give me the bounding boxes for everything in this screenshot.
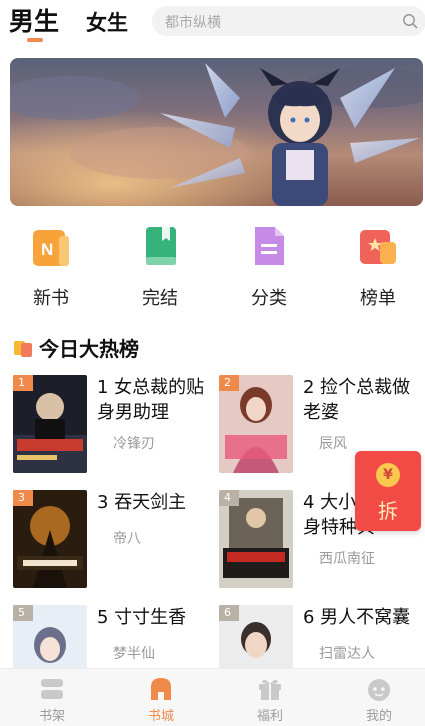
finished-book-icon xyxy=(146,227,176,265)
book-author: 辰风 xyxy=(319,436,347,452)
promo-banner[interactable] xyxy=(10,58,423,206)
rank-badge: 3 xyxy=(13,490,33,506)
banner-illustration xyxy=(10,58,423,206)
ranking-icon xyxy=(360,230,396,264)
category-label: 分类 xyxy=(251,288,287,309)
bookstore-icon xyxy=(151,678,171,700)
nav-label: 书架 xyxy=(38,709,65,724)
book-title[interactable]: 3 吞天剑主 xyxy=(97,490,215,515)
book-title[interactable]: 2 捡个总裁做老婆 xyxy=(303,375,421,425)
nav-welfare[interactable]: 福利 xyxy=(240,675,300,724)
category-finished[interactable]: 完结 xyxy=(120,224,200,310)
hot-list-icon xyxy=(14,341,32,357)
coin-icon: ¥ xyxy=(376,463,400,487)
tab-male[interactable]: 男生 xyxy=(9,2,59,38)
book-cover[interactable]: 3 xyxy=(13,490,87,588)
gift-icon xyxy=(259,679,281,700)
book-cover[interactable]: 2 xyxy=(219,375,293,473)
book-author: 西瓜南征 xyxy=(319,551,375,567)
active-tab-indicator xyxy=(27,38,43,42)
rank-badge: 6 xyxy=(219,605,239,621)
category-new-books[interactable]: N 新书 xyxy=(11,224,91,310)
top-bar: 男生 女生 都市纵横 xyxy=(0,0,425,48)
rank-badge: 4 xyxy=(219,490,239,506)
category-classify[interactable]: 分类 xyxy=(229,224,309,310)
book-author: 扫雷达人 xyxy=(319,646,375,662)
search-input[interactable]: 都市纵横 xyxy=(165,12,221,32)
nav-bookstore[interactable]: 书城 xyxy=(131,675,191,724)
book-author: 帝八 xyxy=(113,531,141,547)
category-ranking[interactable]: 榜单 xyxy=(338,224,418,310)
book-item[interactable]: 1 1 女总裁的贴身男助理 冷锋刃 xyxy=(13,375,213,481)
hot-list-title: 今日大热榜 xyxy=(39,337,139,361)
bottom-nav: 书架 书城 福利 我的 xyxy=(0,668,425,726)
book-author: 梦半仙 xyxy=(113,646,155,662)
nav-bookshelf[interactable]: 书架 xyxy=(22,675,82,724)
svg-text:N: N xyxy=(41,240,53,259)
book-title[interactable]: 6 男人不窝囊 xyxy=(303,605,421,630)
red-packet-label: 拆 xyxy=(378,499,398,523)
rank-badge: 5 xyxy=(13,605,33,621)
search-bar[interactable]: 都市纵横 xyxy=(152,6,425,36)
search-icon[interactable] xyxy=(402,13,418,29)
bookshelf-icon xyxy=(41,679,63,699)
book-title[interactable]: 1 女总裁的贴身男助理 xyxy=(97,375,215,425)
book-author: 冷锋刃 xyxy=(113,436,155,452)
category-doc-icon xyxy=(255,227,284,265)
nav-label: 福利 xyxy=(256,709,283,724)
book-cover[interactable]: 1 xyxy=(13,375,87,473)
category-label: 新书 xyxy=(33,288,69,309)
nav-label: 书城 xyxy=(147,709,174,724)
nav-profile[interactable]: 我的 xyxy=(349,675,409,724)
rank-badge: 1 xyxy=(13,375,33,391)
nav-label: 我的 xyxy=(365,709,392,724)
tab-female[interactable]: 女生 xyxy=(86,7,128,37)
new-book-icon: N xyxy=(33,230,69,266)
category-label: 榜单 xyxy=(360,288,396,309)
book-item[interactable]: 3 3 吞天剑主 帝八 xyxy=(13,490,213,596)
book-title[interactable]: 5 寸寸生香 xyxy=(97,605,215,630)
red-packet-button[interactable]: ¥ 拆 xyxy=(355,451,421,531)
category-label: 完结 xyxy=(142,288,178,309)
profile-icon xyxy=(368,679,390,701)
book-cover[interactable]: 4 xyxy=(219,490,293,588)
rank-badge: 2 xyxy=(219,375,239,391)
